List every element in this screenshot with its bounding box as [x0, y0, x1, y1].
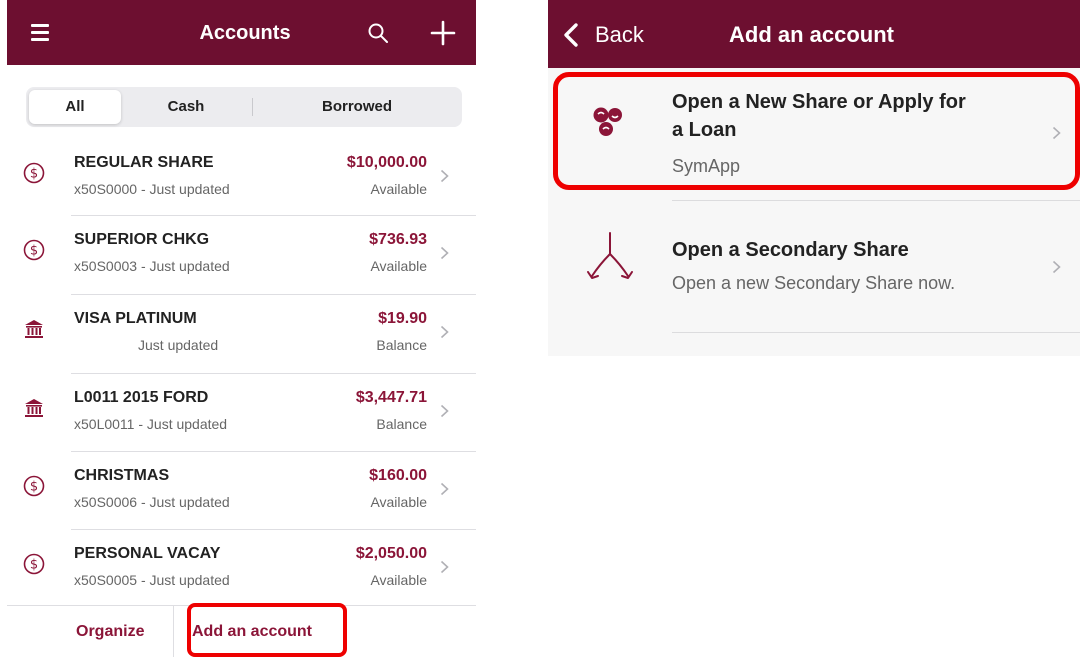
account-subtitle: x50L0011 - Just updated: [74, 416, 228, 432]
row-divider: [71, 294, 476, 295]
item-subtitle: Open a new Secondary Share now.: [672, 273, 956, 293]
account-name: PERSONAL VACAY: [74, 545, 221, 562]
account-subtitle: Just updated: [138, 337, 219, 353]
page-title: Add an account: [729, 22, 895, 47]
page-title: Accounts: [199, 22, 291, 44]
account-row[interactable]: $ SUPERIOR CHKG x50S0003 - Just updated …: [7, 227, 476, 297]
account-row[interactable]: $ CHRISTMAS x50S0006 - Just updated $160…: [7, 463, 476, 533]
account-filter-tabs: All Cash Borrowed: [26, 87, 462, 127]
highlight-box: [187, 603, 347, 657]
tab-borrowed[interactable]: Borrowed: [254, 87, 460, 127]
svg-text:$: $: [30, 167, 38, 182]
account-amount-label: Available: [370, 258, 427, 274]
dollar-coin-icon: $: [23, 239, 45, 261]
chevron-right-icon: [1052, 260, 1061, 274]
account-amount: $160.00: [369, 467, 427, 484]
chevron-right-icon: [440, 560, 449, 574]
footer-vertical-divider: [173, 605, 174, 657]
organize-button[interactable]: Organize: [76, 623, 144, 641]
tab-divider: [252, 98, 253, 116]
svg-text:$: $: [30, 244, 38, 259]
accounts-header: Accounts: [7, 0, 476, 65]
account-row[interactable]: $ REGULAR SHARE x50S0000 - Just updated …: [7, 150, 476, 220]
bank-icon: [25, 320, 43, 338]
dollar-coin-icon: $: [23, 475, 45, 497]
account-amount: $10,000.00: [346, 154, 427, 171]
account-subtitle: x50S0000 - Just updated: [74, 181, 230, 197]
dollar-coin-icon: $: [23, 553, 45, 575]
dollar-coin-icon: $: [23, 162, 45, 184]
account-amount: $19.90: [378, 310, 427, 327]
account-row[interactable]: $ PERSONAL VACAY x50S0005 - Just updated…: [7, 541, 476, 611]
highlight-box: [553, 72, 1080, 190]
bank-icon: [25, 399, 43, 417]
item-title: Open a Secondary Share: [672, 239, 909, 261]
back-label: Back: [595, 22, 644, 47]
plus-icon[interactable]: [430, 20, 456, 46]
chevron-right-icon: [440, 169, 449, 183]
chevron-right-icon: [440, 482, 449, 496]
add-account-header: Back Add an account: [548, 0, 1080, 68]
account-subtitle: x50S0003 - Just updated: [74, 258, 230, 274]
account-name: VISA PLATINUM: [74, 310, 197, 327]
open-secondary-share-item[interactable]: Open a Secondary Share Open a new Second…: [548, 200, 1080, 332]
svg-text:$: $: [30, 558, 38, 573]
tab-all[interactable]: All: [29, 90, 121, 124]
account-name: L0011 2015 FORD: [74, 389, 209, 406]
account-row[interactable]: L0011 2015 FORD x50L0011 - Just updated …: [7, 385, 476, 455]
account-subtitle: x50S0005 - Just updated: [74, 572, 230, 588]
account-subtitle: x50S0006 - Just updated: [74, 494, 230, 510]
row-divider: [672, 332, 1080, 333]
account-name: CHRISTMAS: [74, 467, 170, 484]
split-arrows-icon: [587, 232, 633, 279]
account-amount: $2,050.00: [355, 545, 427, 562]
account-name: SUPERIOR CHKG: [74, 231, 210, 248]
chevron-right-icon: [440, 404, 449, 418]
search-icon[interactable]: [366, 21, 390, 45]
chevron-right-icon: [440, 325, 449, 339]
accounts-screen: Accounts All Cash Borrowed $ REGULAR SHA…: [7, 0, 476, 657]
chevron-left-icon: [564, 23, 578, 47]
row-divider: [71, 373, 476, 374]
row-divider: [71, 529, 476, 530]
account-amount: $3,447.71: [355, 389, 427, 406]
row-divider: [71, 451, 476, 452]
row-divider: [71, 215, 476, 216]
svg-text:$: $: [30, 480, 38, 495]
account-row[interactable]: VISA PLATINUM Just updated $19.90 Balanc…: [7, 306, 476, 376]
account-amount-label: Available: [370, 494, 427, 510]
account-name: REGULAR SHARE: [74, 154, 214, 171]
tab-cash[interactable]: Cash: [121, 87, 251, 127]
account-amount-label: Balance: [376, 337, 427, 353]
account-amount-label: Balance: [376, 416, 427, 432]
chevron-right-icon: [440, 246, 449, 260]
account-amount-label: Available: [370, 572, 427, 588]
add-account-screen: Back Add an account Open a New Share or …: [548, 0, 1080, 356]
account-amount-label: Available: [370, 181, 427, 197]
account-amount: $736.93: [369, 231, 427, 248]
